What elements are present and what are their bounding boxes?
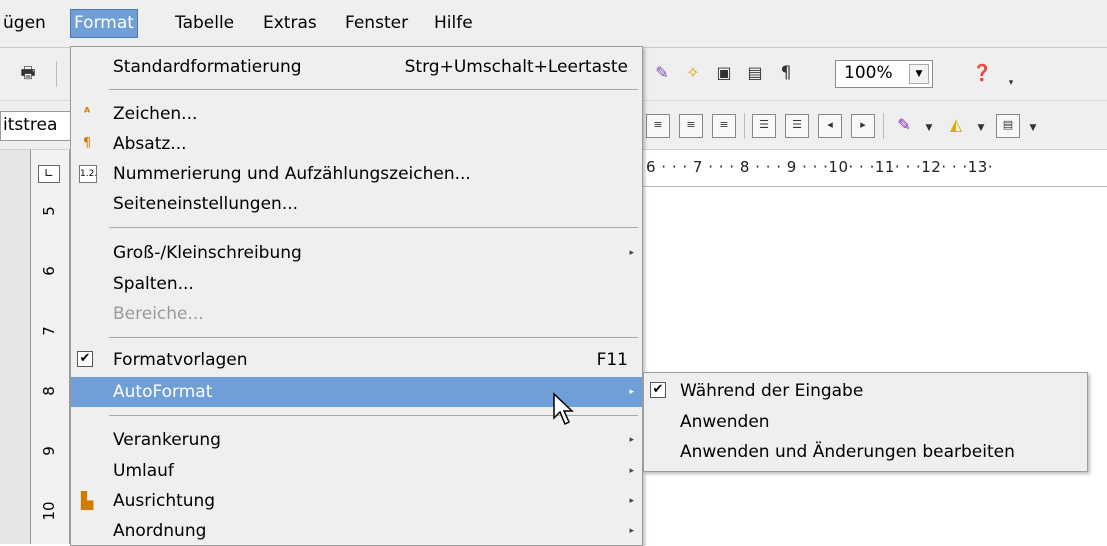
toolbar-separator (744, 113, 745, 139)
toolbar-separator (56, 61, 57, 87)
autoformat-submenu: ✔ Während der Eingabe Anwenden Anwenden … (643, 372, 1088, 472)
submenu-arrow-icon: ▸ (629, 435, 634, 445)
menu-separator (109, 89, 638, 90)
paragraph-icon: ¶ (82, 136, 92, 151)
submenu-item-waehrend-der-eingabe[interactable]: ✔ Während der Eingabe (644, 376, 1087, 406)
menu-item-zeichen[interactable]: ᴬ Zeichen... (71, 99, 642, 129)
align-right-icon[interactable]: ≡ (679, 114, 703, 138)
numbering-icon: 1.2. (79, 165, 97, 183)
submenu-arrow-icon: ▸ (629, 387, 634, 397)
chevron-down-icon[interactable]: ▼ (1022, 117, 1044, 139)
menu-extras[interactable]: Extras (260, 10, 320, 37)
menu-item-umlauf[interactable]: Umlauf ▸ (71, 456, 642, 486)
menu-item-absatz[interactable]: ¶ Absatz... (71, 129, 642, 159)
vruler-number: 7 (40, 326, 58, 336)
menu-format[interactable]: Format (70, 9, 138, 38)
chevron-down-icon[interactable]: ▼ (918, 117, 940, 139)
justify-icon[interactable]: ≡ (712, 114, 736, 138)
menu-item-gross-kleinschreibung[interactable]: Groß-/Kleinschreibung ▸ (71, 238, 642, 268)
numbering-icon[interactable]: ☰ (752, 114, 776, 138)
paragraph-style-box[interactable]: itstrea (0, 111, 72, 141)
menu-item-formatvorlagen[interactable]: ✔ Formatvorlagen F11 (71, 345, 642, 375)
draw-icon[interactable]: ✎ (651, 62, 673, 84)
menu-separator (109, 227, 638, 228)
background-color-icon[interactable]: ▤ (996, 114, 1020, 138)
toolbar-overflow-icon[interactable]: ▾ (1000, 72, 1022, 94)
menu-item-anordnung[interactable]: Anordnung ▸ (71, 516, 642, 546)
toolbar-separator (883, 113, 884, 139)
left-margin-area (0, 150, 30, 544)
character-icon: ᴬ (83, 106, 91, 121)
vruler-number: 9 (40, 446, 58, 456)
menu-fenster[interactable]: Fenster (342, 10, 411, 37)
menu-item-seiteneinstellungen[interactable]: Seiteneinstellungen... (71, 189, 642, 219)
vertical-ruler: ∟ 5 6 7 8 9 10 (30, 150, 70, 544)
menu-item-spalten[interactable]: Spalten... (71, 269, 642, 299)
menu-item-bereiche[interactable]: Bereiche... (71, 299, 642, 329)
checkbox-checked-icon: ✔ (650, 382, 666, 398)
submenu-arrow-icon: ▸ (629, 526, 634, 536)
ruler-ticks: 6 · · · 7 · · · 8 · · · 9 · · ·10· · ·11… (646, 158, 994, 176)
vruler-number: 10 (40, 501, 58, 521)
submenu-arrow-icon: ▸ (629, 466, 634, 476)
vruler-number: 5 (40, 206, 58, 216)
chevron-down-icon[interactable]: ▼ (909, 64, 929, 84)
increase-indent-icon[interactable]: ▸ (851, 114, 875, 138)
chevron-down-icon[interactable]: ▼ (970, 117, 992, 139)
align-icon: ▙ (80, 491, 94, 510)
mouse-cursor-icon (553, 392, 574, 426)
format-menu: Standardformatierung Strg+Umschalt+Leert… (70, 46, 643, 546)
zoom-combobox[interactable]: 100% ▼ (835, 60, 933, 88)
submenu-arrow-icon: ▸ (629, 248, 634, 258)
menubar: ügen Format Tabelle Extras Fenster Hilfe (0, 0, 1107, 48)
menu-item-standardformatierung[interactable]: Standardformatierung Strg+Umschalt+Leert… (71, 52, 642, 82)
menu-hilfe[interactable]: Hilfe (431, 10, 476, 37)
tab-stop-icon[interactable]: ∟ (38, 165, 60, 183)
submenu-arrow-icon: ▸ (629, 496, 634, 506)
help-icon[interactable]: ❓ (971, 62, 993, 84)
menu-item-verankerung[interactable]: Verankerung ▸ (71, 425, 642, 455)
align-center-icon[interactable]: ≡ (646, 114, 670, 138)
highlighting-icon[interactable]: ◭ (945, 114, 967, 136)
menu-separator (109, 337, 638, 338)
zoom-value: 100% (844, 63, 893, 83)
print-preview-icon[interactable]: 🖶 (17, 62, 39, 84)
navigator-icon[interactable]: ✧ (682, 62, 704, 84)
menu-item-ausrichtung[interactable]: ▙ Ausrichtung ▸ (71, 486, 642, 516)
menu-item-nummerierung[interactable]: 1.2. Nummerierung und Aufzählungszeichen… (71, 159, 642, 189)
decrease-indent-icon[interactable]: ◂ (818, 114, 842, 138)
menu-einfuegen[interactable]: ügen (0, 10, 49, 37)
menu-tabelle[interactable]: Tabelle (172, 10, 237, 37)
checkbox-checked-icon: ✔ (77, 351, 93, 367)
vruler-number: 8 (40, 386, 58, 396)
font-color-icon[interactable]: ✎ (893, 114, 915, 136)
vruler-number: 6 (40, 266, 58, 276)
formatting-marks-icon[interactable]: ¶ (775, 62, 797, 84)
bullets-icon[interactable]: ☰ (785, 114, 809, 138)
datasource-icon[interactable]: ▤ (744, 62, 766, 84)
submenu-item-anwenden[interactable]: Anwenden (644, 407, 1087, 437)
gallery-icon[interactable]: ▣ (713, 62, 735, 84)
submenu-item-anwenden-und-aenderungen[interactable]: Anwenden und Änderungen bearbeiten (644, 437, 1087, 467)
